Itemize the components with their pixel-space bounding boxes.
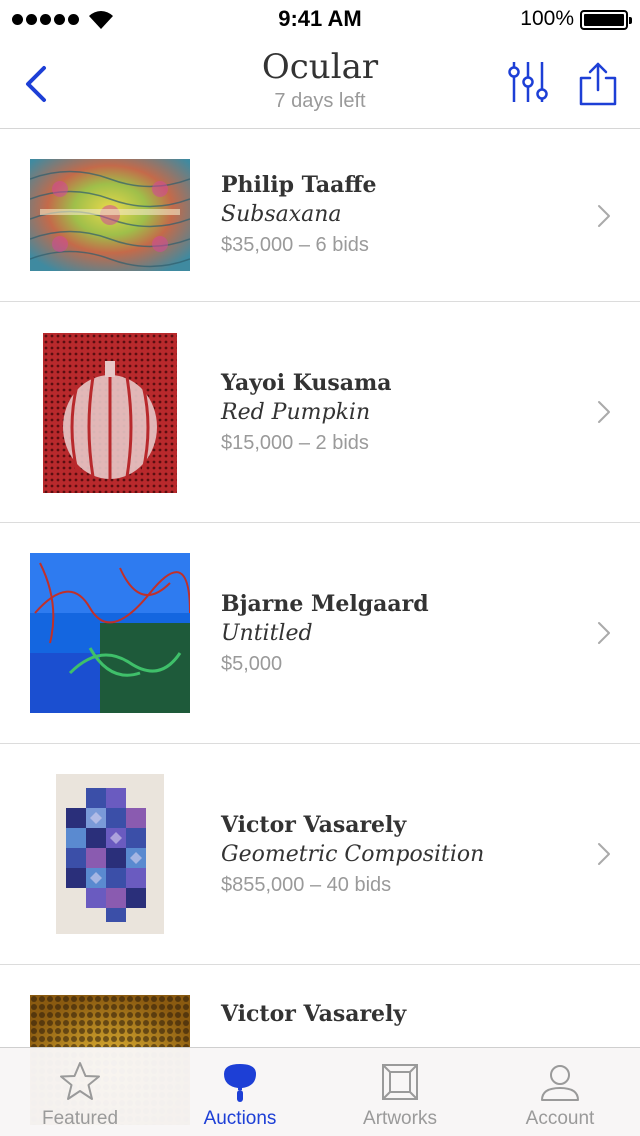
lot-artist: Victor Vasarely xyxy=(221,812,407,838)
artwork-thumbnail xyxy=(56,774,164,934)
artwork-thumbnail xyxy=(30,553,190,713)
lot-price: $35,000 – 6 bids xyxy=(221,234,369,256)
tab-label: Auctions xyxy=(203,1108,277,1129)
lot-row[interactable]: Philip Taaffe Subsaxana $35,000 – 6 bids xyxy=(0,130,640,302)
battery-icon xyxy=(580,10,632,30)
lot-title: Subsaxana xyxy=(221,202,342,227)
lot-artist: Bjarne Melgaard xyxy=(221,591,429,617)
lot-row[interactable]: Bjarne Melgaard Untitled $5,000 xyxy=(0,523,640,744)
lot-row[interactable]: Victor Vasarely Geometric Composition $8… xyxy=(0,744,640,965)
chevron-right-icon xyxy=(598,205,610,227)
person-icon xyxy=(541,1065,579,1101)
lot-price: $5,000 xyxy=(221,653,283,675)
artwork-thumbnail xyxy=(30,159,190,271)
lot-info: Yayoi Kusama Red Pumpkin $15,000 – 2 bid… xyxy=(221,368,392,458)
lot-title: Red Pumpkin xyxy=(221,400,371,425)
tab-label: Featured xyxy=(41,1108,119,1129)
auction-lot-list: Philip Taaffe Subsaxana $35,000 – 6 bids xyxy=(0,130,640,1125)
share-button[interactable] xyxy=(578,60,618,108)
frame-icon xyxy=(382,1064,418,1100)
tab-auctions[interactable]: Auctions xyxy=(160,1048,320,1136)
filter-button[interactable] xyxy=(506,60,552,108)
lot-artist: Yayoi Kusama xyxy=(221,370,392,396)
status-bar: 9:41 AM 100% xyxy=(0,0,640,40)
lot-title: Geometric Composition xyxy=(221,842,485,867)
tab-bar: Featured Auctions Artworks Account xyxy=(0,1047,640,1136)
tab-featured[interactable]: Featured xyxy=(0,1048,160,1136)
lot-title: Untitled xyxy=(221,621,313,646)
chevron-right-icon xyxy=(598,401,610,423)
lot-info: Victor Vasarely xyxy=(221,999,406,1029)
battery-percent: 100% xyxy=(520,7,574,30)
tab-label: Artworks xyxy=(363,1108,437,1129)
lot-price: $15,000 – 2 bids xyxy=(221,432,369,454)
lot-info: Victor Vasarely Geometric Composition $8… xyxy=(221,810,484,900)
lot-artist: Victor Vasarely xyxy=(221,1001,407,1027)
artwork-thumbnail xyxy=(43,333,177,493)
paddle-icon xyxy=(224,1064,256,1102)
star-icon xyxy=(60,1062,100,1100)
share-icon xyxy=(579,62,617,106)
lot-info: Philip Taaffe Subsaxana $35,000 – 6 bids xyxy=(221,170,376,260)
lot-info: Bjarne Melgaard Untitled $5,000 xyxy=(221,589,429,679)
chevron-right-icon xyxy=(598,622,610,644)
tab-artworks[interactable]: Artworks xyxy=(320,1048,480,1136)
tab-account[interactable]: Account xyxy=(480,1048,640,1136)
tab-label: Account xyxy=(525,1108,595,1129)
chevron-right-icon xyxy=(598,843,610,865)
lot-artist: Philip Taaffe xyxy=(221,172,377,198)
lot-price: $855,000 – 40 bids xyxy=(221,874,392,896)
nav-bar: Ocular 7 days left xyxy=(0,40,640,129)
lot-row[interactable]: Yayoi Kusama Red Pumpkin $15,000 – 2 bid… xyxy=(0,302,640,523)
sliders-icon xyxy=(508,62,548,102)
